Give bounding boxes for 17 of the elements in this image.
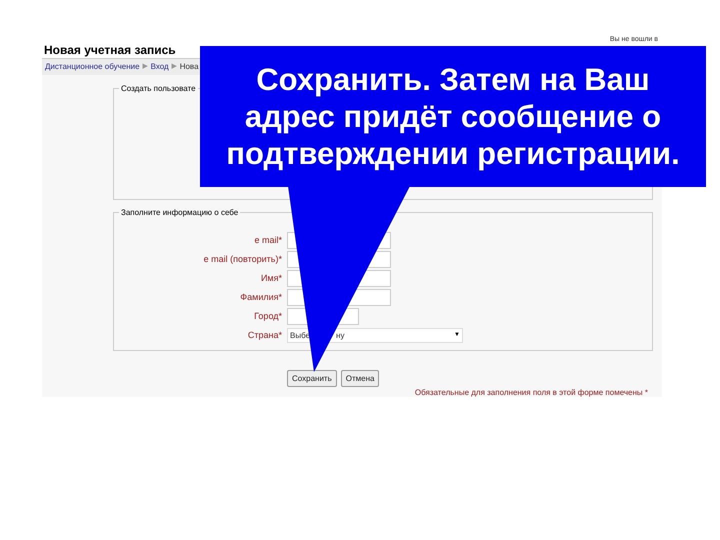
- save-button[interactable]: Сохранить: [287, 370, 337, 387]
- field-label: e mail (повторить)*: [202, 252, 282, 266]
- field-label: Фамилия*: [239, 290, 282, 304]
- select-value: ну: [336, 330, 344, 342]
- required-note: Обязательные для заполнения поля в этой форме помечены *: [414, 387, 648, 399]
- field-label: Страна*: [246, 328, 282, 342]
- field-label: Город*: [253, 310, 282, 323]
- page-title: Новая учетная запись: [44, 42, 176, 59]
- cancel-button[interactable]: Отмена: [340, 370, 380, 387]
- section-legend: Создать пользовате: [119, 83, 198, 95]
- breadcrumb-current: Нова: [180, 61, 199, 73]
- field-label: e mail*: [253, 234, 282, 247]
- callout-text: Сохранить. Затем на Ваш адрес придёт сообщение о подтверждении регистрации.: [225, 60, 681, 172]
- breadcrumb-link[interactable]: Дистанционное обучение: [45, 61, 140, 73]
- field-label: Имя*: [260, 272, 282, 285]
- breadcrumb-link[interactable]: Вход: [150, 61, 169, 73]
- section-legend: Заполните информацию о себе: [119, 207, 240, 219]
